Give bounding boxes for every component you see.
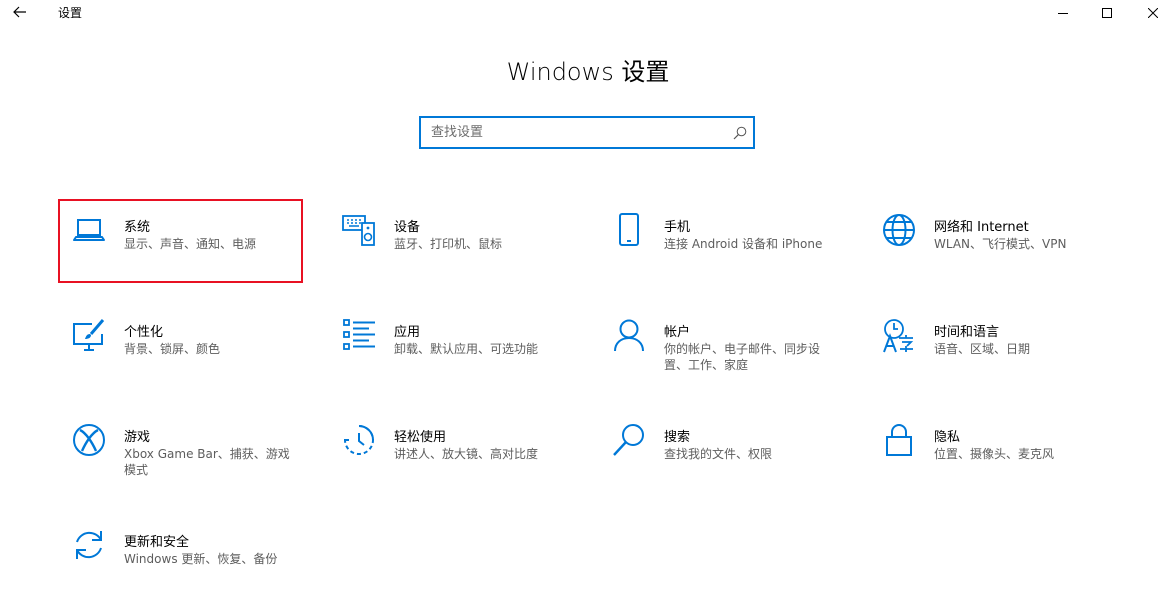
phone-icon	[612, 213, 646, 247]
category-time-language[interactable]: 时间和语言 语音、区域、日期	[872, 306, 1112, 384]
category-ease-of-access[interactable]: 轻松使用 讲述人、放大镜、高对比度	[332, 411, 572, 489]
category-name: 搜索	[664, 430, 691, 445]
category-devices[interactable]: 设备 蓝牙、打印机、鼠标	[332, 201, 572, 279]
minimize-button[interactable]	[1040, 0, 1086, 24]
category-phone[interactable]: 手机 连接 Android 设备和 iPhone	[602, 201, 842, 279]
paint-monitor-icon	[72, 318, 106, 352]
category-name: 网络和 Internet	[934, 220, 1029, 235]
category-description: Windows 更新、恢复、备份	[124, 552, 278, 566]
category-name: 个性化	[124, 325, 164, 340]
category-personalization[interactable]: 个性化 背景、锁屏、颜色	[62, 306, 302, 384]
category-name: 更新和安全	[124, 535, 190, 550]
category-name: 应用	[394, 325, 421, 340]
back-arrow-icon	[13, 3, 27, 22]
category-name: 时间和语言	[934, 325, 1000, 340]
category-network[interactable]: 网络和 Internet WLAN、飞行模式、VPN	[872, 201, 1112, 279]
category-gaming[interactable]: 游戏 Xbox Game Bar、捕获、游戏模式	[62, 411, 302, 489]
back-button[interactable]	[8, 1, 32, 23]
search-icon[interactable]	[733, 125, 747, 140]
category-description: 连接 Android 设备和 iPhone	[664, 237, 823, 251]
search-box[interactable]	[419, 116, 755, 149]
category-description: 你的帐户、电子邮件、同步设置、工作、家庭	[664, 342, 821, 372]
ease-of-access-icon	[342, 423, 376, 457]
magnifier-icon	[612, 423, 646, 457]
category-description: 位置、摄像头、麦克风	[934, 447, 1055, 461]
category-name: 轻松使用	[394, 430, 447, 445]
time-language-icon	[882, 318, 916, 353]
xbox-icon	[72, 423, 106, 457]
category-description: 显示、声音、通知、电源	[124, 237, 257, 251]
lock-icon	[882, 423, 916, 457]
category-name: 设备	[394, 220, 421, 235]
category-description: 蓝牙、打印机、鼠标	[394, 237, 503, 251]
minimize-icon	[1058, 3, 1068, 22]
page-title: Windows 设置	[506, 58, 670, 86]
category-system[interactable]: 系统 显示、声音、通知、电源	[62, 201, 302, 279]
maximize-icon	[1102, 3, 1112, 22]
category-description: 卸载、默认应用、可选功能	[394, 342, 539, 356]
category-description: 讲述人、放大镜、高对比度	[394, 447, 539, 461]
search-input[interactable]	[431, 118, 731, 147]
category-name: 手机	[664, 220, 691, 235]
person-icon	[612, 318, 646, 352]
maximize-button[interactable]	[1084, 0, 1130, 24]
category-search[interactable]: 搜索 查找我的文件、权限	[602, 411, 842, 489]
category-description: 查找我的文件、权限	[664, 447, 773, 461]
category-description: 语音、区域、日期	[934, 342, 1031, 356]
category-description: WLAN、飞行模式、VPN	[934, 237, 1067, 251]
app-title: 设置	[58, 6, 83, 20]
category-name: 隐私	[934, 430, 961, 445]
keyboard-speaker-icon	[342, 213, 376, 247]
category-apps[interactable]: 应用 卸载、默认应用、可选功能	[332, 306, 572, 384]
close-icon	[1147, 3, 1159, 22]
category-update-security[interactable]: 更新和安全 Windows 更新、恢复、备份	[62, 516, 302, 594]
globe-icon	[882, 213, 916, 247]
category-name: 系统	[124, 220, 151, 235]
category-description: 背景、锁屏、颜色	[124, 342, 221, 356]
app-list-icon	[342, 318, 376, 352]
category-privacy[interactable]: 隐私 位置、摄像头、麦克风	[872, 411, 1112, 489]
category-accounts[interactable]: 帐户 你的帐户、电子邮件、同步设置、工作、家庭	[602, 306, 842, 384]
category-name: 帐户	[664, 325, 691, 340]
title-bar: 设置	[0, 0, 1176, 24]
close-button[interactable]	[1130, 0, 1176, 24]
category-name: 游戏	[124, 430, 151, 445]
sync-icon	[72, 528, 106, 562]
laptop-icon	[72, 213, 106, 247]
category-description: Xbox Game Bar、捕获、游戏模式	[124, 447, 290, 477]
